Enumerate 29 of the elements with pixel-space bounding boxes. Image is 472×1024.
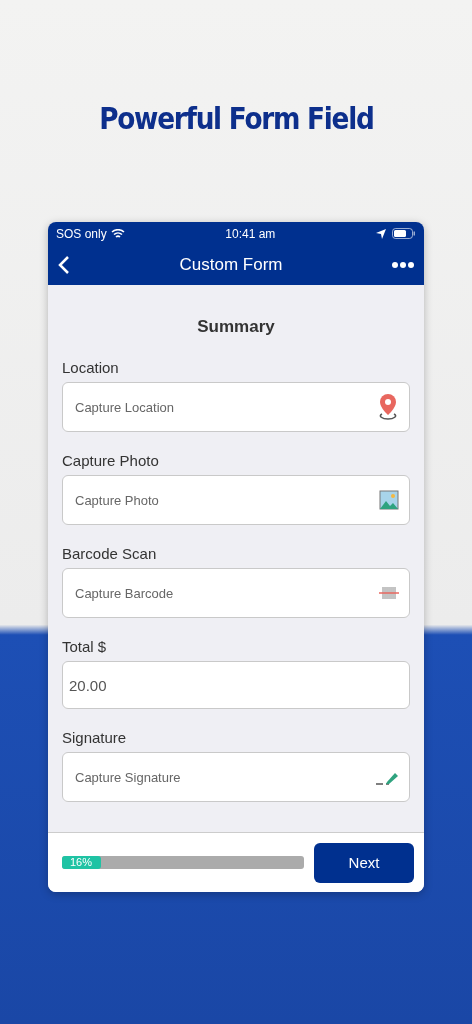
wifi-icon bbox=[110, 228, 125, 239]
capture-field[interactable]: Capture Location bbox=[62, 382, 410, 432]
more-icon[interactable] bbox=[392, 261, 414, 269]
section-title: Summary bbox=[196, 317, 276, 337]
battery-icon bbox=[392, 228, 416, 239]
status-time: 10:41 am bbox=[225, 226, 276, 241]
capture-field[interactable]: Capture Barcode bbox=[62, 568, 410, 618]
headline: Powerful Form Field bbox=[98, 100, 374, 136]
location-pin-icon bbox=[377, 393, 399, 421]
total-field[interactable]: 20.00 bbox=[62, 661, 410, 709]
progress-reading: 16% bbox=[70, 856, 93, 869]
field-placeholder: Capture Barcode bbox=[75, 585, 174, 601]
field-placeholder: Capture Location bbox=[75, 399, 174, 415]
field-label: Barcode Scan bbox=[62, 545, 158, 562]
image-icon bbox=[379, 490, 399, 510]
next-button[interactable]: Next bbox=[314, 842, 414, 883]
field-label: Signature bbox=[62, 729, 128, 746]
field-label: Total $ bbox=[62, 638, 108, 655]
field-placeholder: Capture Signature bbox=[75, 769, 181, 785]
field-placeholder: Capture Photo bbox=[75, 492, 159, 508]
field-label: Capture Photo bbox=[62, 452, 160, 469]
screen-title: Custom Form bbox=[179, 255, 283, 275]
barcode-icon bbox=[379, 586, 399, 600]
location-arrow-icon bbox=[376, 228, 386, 239]
capture-field[interactable]: Capture Signature bbox=[62, 752, 410, 802]
carrier-text: SOS only bbox=[56, 226, 107, 241]
field-label: Location bbox=[62, 359, 120, 376]
capture-field[interactable]: Capture Photo bbox=[62, 475, 410, 525]
back-icon[interactable] bbox=[58, 255, 70, 275]
